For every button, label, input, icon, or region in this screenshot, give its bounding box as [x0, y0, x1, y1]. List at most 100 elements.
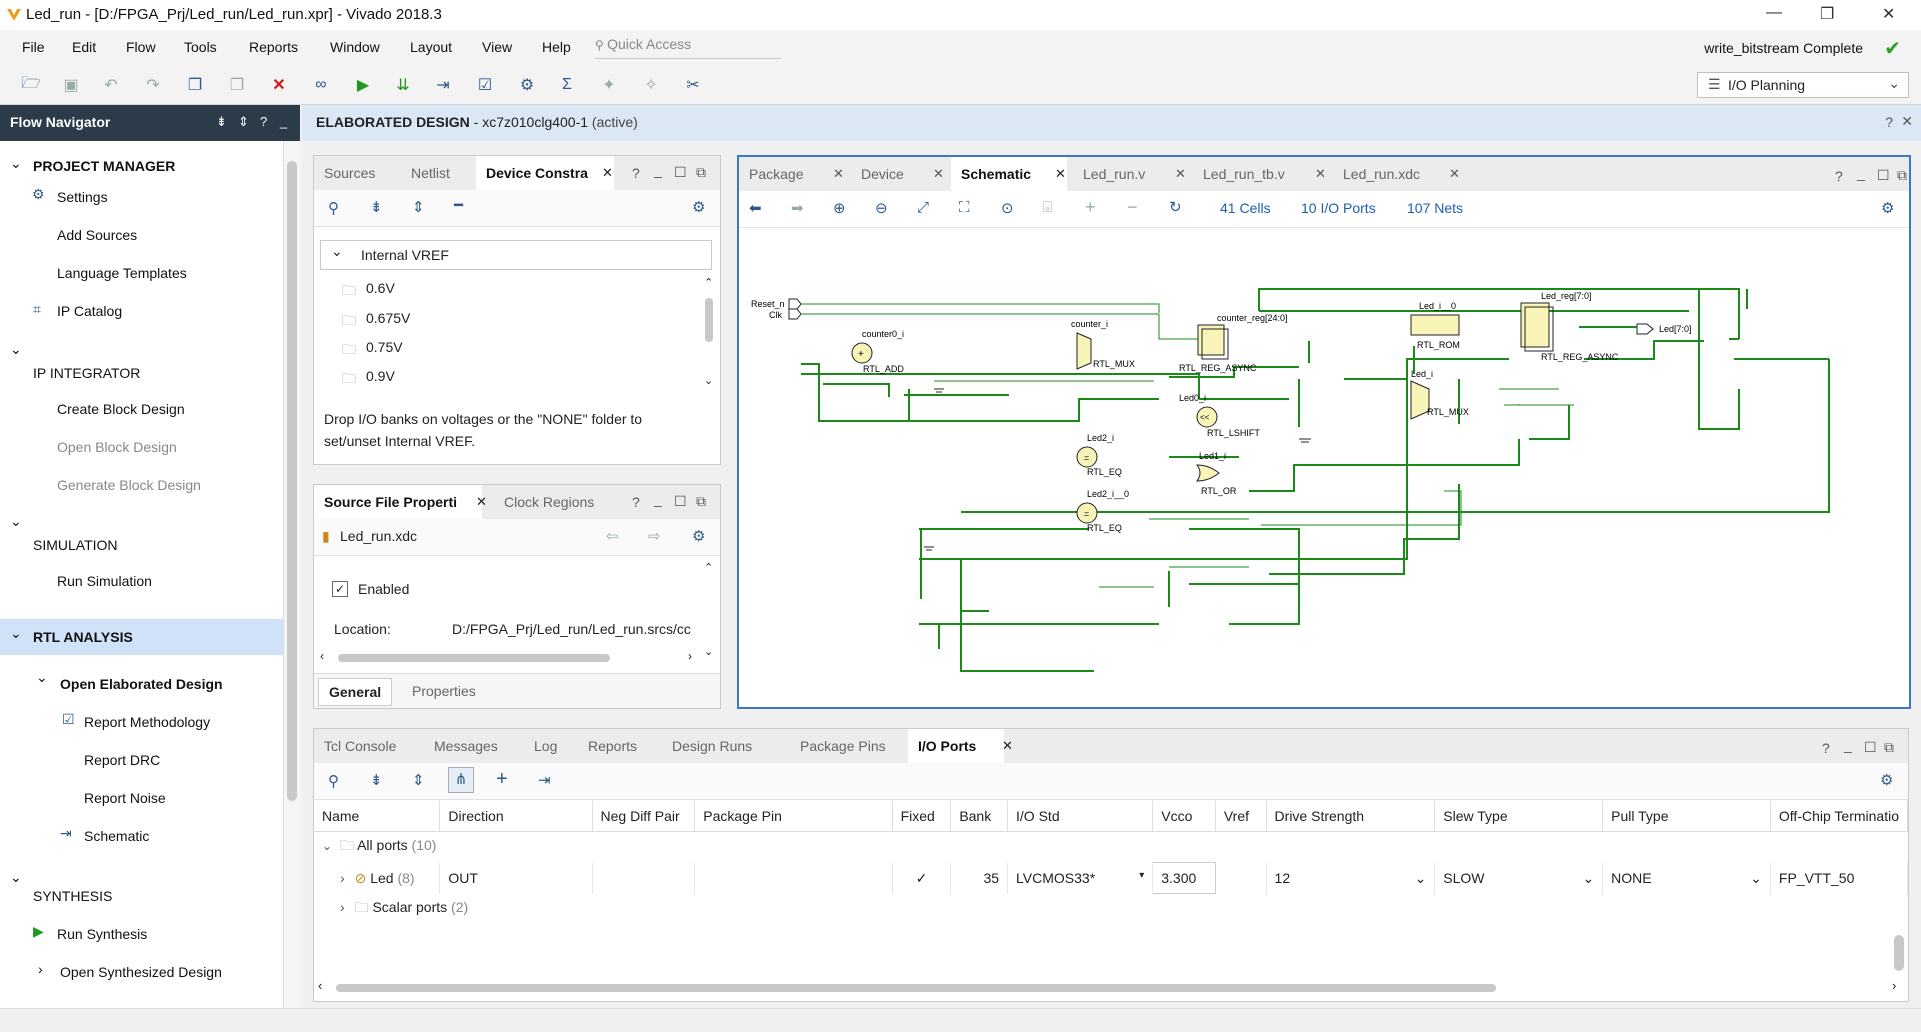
section-synthesis[interactable]: SYNTHESIS — [33, 888, 112, 904]
maximize-icon[interactable]: ☐ — [1877, 167, 1890, 184]
scroll-thumb[interactable] — [287, 161, 297, 801]
nav-generate-block-design[interactable]: Generate Block Design — [57, 477, 201, 493]
help-icon[interactable]: ? — [1885, 114, 1893, 130]
cell-led1-i[interactable] — [1196, 464, 1220, 482]
quick-access-search[interactable]: ⚲ Quick Access — [595, 36, 781, 59]
close-icon[interactable]: ✕ — [1055, 166, 1066, 182]
refresh-icon[interactable]: ↻ — [1169, 198, 1182, 216]
tab-io-ports[interactable]: I/O Ports — [908, 729, 1004, 763]
save-icon[interactable]: ▣ — [60, 74, 82, 96]
tree-scrollbar[interactable]: ⌃ ⌄ — [702, 276, 716, 392]
section-simulation[interactable]: SIMULATION — [33, 537, 118, 553]
cells-count-link[interactable]: 41 Cells — [1220, 200, 1271, 216]
minimize-panel-icon[interactable]: _ — [1844, 737, 1852, 753]
nav-schematic[interactable]: Schematic — [84, 828, 149, 844]
port-drive-cell[interactable]: 12 ⌄ — [1266, 862, 1436, 894]
layout-select[interactable]: ☰ I/O Planning ⌄ — [1697, 72, 1909, 98]
chevron-down-icon[interactable]: ⌄ — [36, 669, 48, 686]
port-io-std-cell[interactable]: LVCMOS33* ▾ — [1007, 862, 1154, 894]
tab-netlist[interactable]: Netlist — [401, 156, 460, 190]
col-vref[interactable]: Vref — [1215, 801, 1267, 832]
chevron-down-icon[interactable]: ⌄ — [10, 869, 22, 886]
scroll-thumb[interactable] — [336, 984, 1496, 992]
nav-open-synthesized-design[interactable]: Open Synthesized Design — [60, 964, 222, 980]
undo-icon[interactable]: ↶ — [100, 74, 122, 96]
col-off-chip-termination[interactable]: Off-Chip Terminatio — [1770, 801, 1909, 832]
chevron-right-icon[interactable]: › — [340, 899, 345, 915]
port-reset-n[interactable] — [788, 298, 802, 310]
table-h-scrollbar[interactable]: ‹ › — [318, 978, 1904, 995]
col-pull-type[interactable]: Pull Type — [1602, 801, 1771, 832]
nav-report-noise[interactable]: Report Noise — [84, 790, 166, 806]
restore-button[interactable]: ❐ — [1820, 4, 1834, 24]
col-vcco[interactable]: Vcco — [1152, 801, 1216, 832]
float-icon[interactable]: ⧉ — [696, 164, 706, 181]
expand-all-icon[interactable]: ⇕ — [412, 198, 425, 216]
scroll-thumb[interactable] — [705, 298, 713, 342]
section-ip-integrator[interactable]: IP INTEGRATOR — [33, 365, 140, 381]
tool-disabled2-icon[interactable]: ✧ — [640, 74, 662, 96]
collapse-all-icon[interactable]: ⇟ — [370, 198, 383, 216]
chevron-down-icon[interactable]: ⌄ — [1750, 870, 1762, 887]
group-by-interface-icon[interactable]: ⋔ — [448, 767, 474, 793]
minimize-panel-icon[interactable]: _ — [1857, 165, 1865, 181]
nav-add-sources[interactable]: Add Sources — [57, 227, 137, 243]
nav-report-drc[interactable]: Report DRC — [84, 752, 160, 768]
sigma-icon[interactable]: Σ — [556, 74, 578, 96]
tab-led-run-tb-v[interactable]: Led_run_tb.v — [1193, 157, 1295, 191]
scroll-down-icon[interactable]: ⌄ — [704, 374, 713, 387]
menu-reports[interactable]: Reports — [249, 39, 298, 55]
close-icon[interactable]: ✕ — [1315, 166, 1326, 182]
col-bank[interactable]: Bank — [950, 801, 1009, 832]
minimize-panel-icon[interactable]: _ — [280, 114, 287, 129]
chevron-right-icon[interactable]: › — [38, 961, 43, 977]
nav-language-templates[interactable]: Language Templates — [57, 265, 187, 281]
open-project-icon[interactable]: 🗁 — [20, 74, 42, 96]
nav-settings[interactable]: Settings — [57, 189, 108, 205]
tab-general[interactable]: General — [318, 678, 393, 706]
schematic-icon[interactable]: ⇥ — [538, 771, 551, 789]
close-window-button[interactable]: ✕ — [1882, 4, 1895, 24]
paste-icon[interactable]: ❐ — [226, 74, 248, 96]
port-fixed[interactable]: ✓ — [892, 862, 952, 894]
port-slew-cell[interactable]: SLOW ⌄ — [1434, 862, 1604, 894]
col-drive-strength[interactable]: Drive Strength — [1266, 801, 1436, 832]
port-clk[interactable] — [788, 308, 802, 320]
cell-counter-i[interactable] — [1076, 332, 1092, 370]
props-scrollbar[interactable]: ⌃ ⌄ — [702, 561, 716, 661]
tab-log[interactable]: Log — [524, 729, 567, 763]
menu-tools[interactable]: Tools — [184, 39, 217, 55]
settings-gear-icon[interactable]: ⚙ — [1881, 199, 1894, 217]
close-icon[interactable]: ✕ — [1002, 738, 1013, 754]
close-icon[interactable]: ✕ — [1175, 166, 1186, 182]
port-led[interactable] — [1636, 323, 1654, 335]
report-icon[interactable]: ☑ — [474, 74, 496, 96]
collapse-all-icon[interactable]: ⇟ — [216, 114, 227, 130]
redo-icon[interactable]: ↷ — [142, 74, 164, 96]
tool-disabled-icon[interactable]: ✦ — [598, 74, 620, 96]
settings-gear-icon[interactable]: ⚙ — [692, 527, 705, 545]
tab-led-run-xdc[interactable]: Led_run.xdc — [1333, 157, 1430, 191]
search-icon[interactable]: ⚲ — [328, 199, 339, 217]
tab-tcl-console[interactable]: Tcl Console — [314, 729, 406, 763]
help-icon[interactable]: ? — [632, 165, 640, 181]
zoom-in-icon[interactable]: ⊕ — [833, 199, 846, 217]
add-icon[interactable]: + — [496, 768, 508, 791]
table-row[interactable]: ⌄ 🗀 All ports (10) — [314, 832, 1908, 863]
help-icon[interactable]: ? — [1835, 168, 1843, 184]
scroll-right-icon[interactable]: › — [688, 649, 692, 663]
close-icon[interactable]: ✕ — [1901, 113, 1913, 130]
col-name[interactable]: Name — [314, 801, 441, 832]
program-icon[interactable]: ⇊ — [392, 74, 414, 96]
autofit-selection-icon[interactable]: ⊙ — [1001, 199, 1014, 217]
nav-run-synthesis[interactable]: Run Synthesis — [57, 926, 147, 942]
voltage-item[interactable]: 0.75V — [366, 339, 403, 355]
nav-report-methodology[interactable]: Report Methodology — [84, 714, 210, 730]
copy-icon[interactable]: ❐ — [184, 74, 206, 96]
nets-count-link[interactable]: 107 Nets — [1407, 200, 1463, 216]
table-row[interactable]: › 🗀 Scalar ports (2) — [314, 894, 1908, 925]
port-pull-cell[interactable]: NONE ⌄ — [1602, 862, 1771, 894]
maximize-icon[interactable]: ☐ — [674, 493, 687, 510]
expand-all-icon[interactable]: ⇕ — [238, 114, 249, 130]
remove-icon[interactable]: − — [1127, 197, 1138, 218]
